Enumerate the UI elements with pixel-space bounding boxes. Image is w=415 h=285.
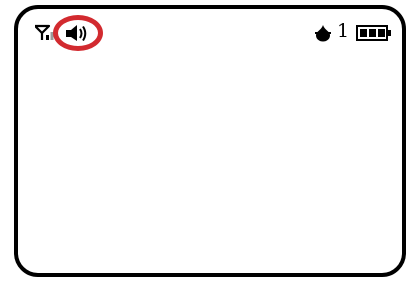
speaker-highlight-ring (53, 15, 103, 51)
device-screen: 1 (14, 5, 406, 277)
battery-icon (356, 25, 392, 46)
status-count: 1 (337, 20, 350, 42)
brightness-icon (314, 24, 332, 47)
status-bar: 1 (18, 9, 402, 53)
main-display-area (18, 53, 402, 273)
